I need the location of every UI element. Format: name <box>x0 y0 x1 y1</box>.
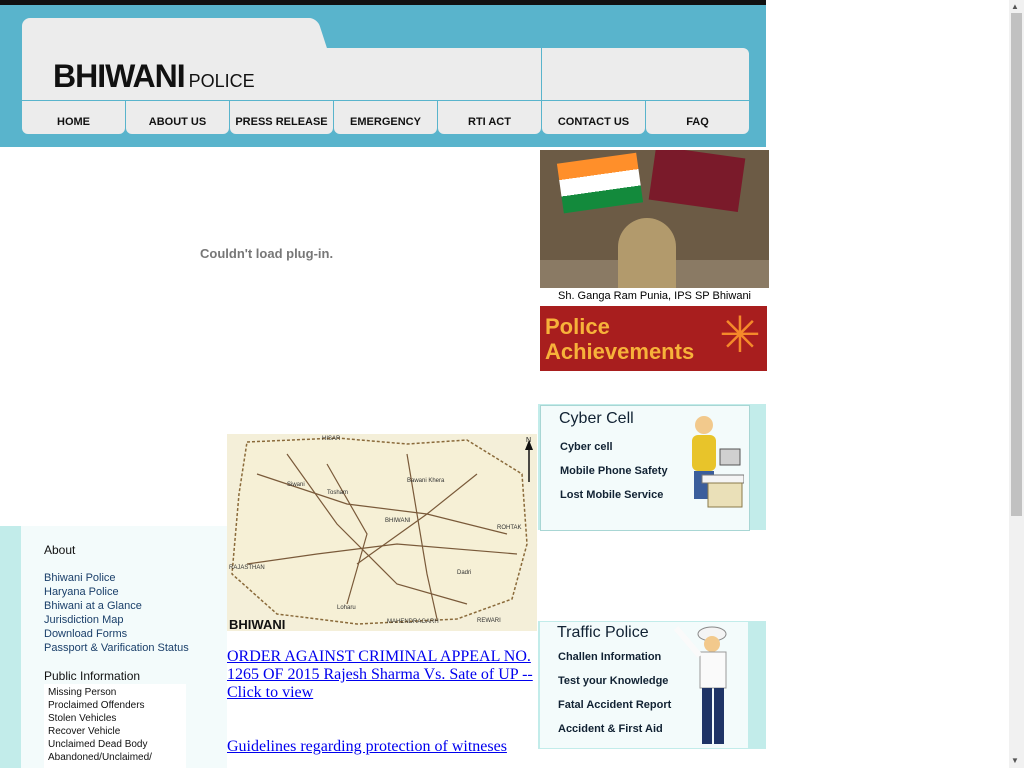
nav-home[interactable]: HOME <box>22 101 125 134</box>
map-place-rewari: REWARI <box>477 618 501 624</box>
plugin-error-message: Couldn't load plug-in. <box>200 246 334 261</box>
traffic-policeman-icon <box>673 626 727 744</box>
scrollbar-thumb[interactable] <box>1011 13 1022 516</box>
main-nav: HOME ABOUT US PRESS RELEASE EMERGENCY RT… <box>22 101 749 135</box>
nav-emergency[interactable]: EMERGENCY <box>334 101 437 134</box>
cyber-cell-title: Cyber Cell <box>559 410 634 427</box>
criminal-appeal-order-link[interactable]: ORDER AGAINST CRIMINAL APPEAL NO. 1265 O… <box>227 648 537 702</box>
map-place-mahendragarh: MAHENDRAGARH <box>387 619 439 625</box>
sidebar-link-proclaimed-offenders[interactable]: Proclaimed Offenders <box>48 700 145 711</box>
sp-portrait <box>618 218 676 288</box>
police-achievements-banner[interactable]: Police Achievements ✳ <box>540 306 767 371</box>
bhiwani-map[interactable]: HISAR ROHTAK RAJASTHAN REWARI MAHENDRAGA… <box>227 434 537 631</box>
challen-information-link[interactable]: Challen Information <box>558 651 661 663</box>
nav-press-release[interactable]: PRESS RELEASE <box>230 101 333 134</box>
police-flag-icon <box>648 150 746 213</box>
sp-caption: Sh. Ganga Ram Punia, IPS SP Bhiwani <box>540 288 769 304</box>
sidebar-link-missing-person[interactable]: Missing Person <box>48 687 116 698</box>
computer-user-icon <box>692 416 744 508</box>
sparkle-icon: ✳ <box>719 307 761 363</box>
test-your-knowledge-link[interactable]: Test your Knowledge <box>558 675 668 687</box>
sidebar-link-abandoned[interactable]: Abandoned/Unclaimed/ <box>48 752 152 763</box>
map-place-rohtak: ROHTAK <box>497 525 522 531</box>
sidebar-about-heading: About <box>44 543 76 557</box>
nav-about-us[interactable]: ABOUT US <box>126 101 229 134</box>
sidebar-link-jurisdiction-map[interactable]: Jurisdiction Map <box>44 614 123 626</box>
fatal-accident-report-link[interactable]: Fatal Accident Report <box>558 699 671 711</box>
map-place-tosham: Tosham <box>327 490 348 496</box>
district-map-graphic: HISAR ROHTAK RAJASTHAN REWARI MAHENDRAGA… <box>229 436 533 625</box>
map-place-bawani-khera: Bawani Khera <box>407 478 445 484</box>
nav-rti-act[interactable]: RTI ACT <box>438 101 541 134</box>
sp-photo <box>540 150 769 288</box>
sidebar-link-unclaimed-dead-body[interactable]: Unclaimed Dead Body <box>48 739 148 750</box>
map-place-hisar: HISAR <box>322 436 341 442</box>
scroll-down-arrow-icon[interactable]: ▼ <box>1011 756 1019 765</box>
sidebar-link-stolen-vehicles[interactable]: Stolen Vehicles <box>48 713 116 724</box>
logo-bhiwani: BHIWANI <box>53 58 186 94</box>
map-place-dadri: Dadri <box>457 570 471 576</box>
header-right-panel <box>542 48 749 100</box>
map-label: BHIWANI <box>229 617 286 632</box>
india-flag-icon <box>556 152 644 214</box>
lost-mobile-service-link[interactable]: Lost Mobile Service <box>560 489 663 501</box>
mobile-phone-safety-link[interactable]: Mobile Phone Safety <box>560 465 668 477</box>
map-place-bhiwani: BHIWANI <box>385 518 411 524</box>
map-place-rajasthan: RAJASTHAN <box>229 565 265 571</box>
sidebar-link-haryana-police[interactable]: Haryana Police <box>44 586 119 598</box>
sidebar-link-bhiwani-at-a-glance[interactable]: Bhiwani at a Glance <box>44 600 142 612</box>
sidebar-link-passport-status[interactable]: Passport & Varification Status <box>44 642 189 654</box>
scroll-up-arrow-icon[interactable]: ▲ <box>1011 2 1019 11</box>
logo-police: POLICE <box>188 71 255 91</box>
sidebar-public-info-heading: Public Information <box>44 669 141 683</box>
map-place-loharu: Loharu <box>337 605 356 611</box>
site-logo[interactable]: BHIWANI POLICE <box>53 58 255 95</box>
nav-contact-us[interactable]: CONTACT US <box>542 101 645 134</box>
witness-protection-guidelines-link[interactable]: Guidelines regarding protection of witne… <box>227 738 537 756</box>
north-label: N <box>526 437 531 444</box>
map-place-siwani: Siwani <box>287 482 305 488</box>
sidebar-link-bhiwani-police[interactable]: Bhiwani Police <box>44 572 116 584</box>
accident-first-aid-link[interactable]: Accident & First Aid <box>558 723 663 735</box>
sidebar-link-download-forms[interactable]: Download Forms <box>44 628 127 640</box>
traffic-police-title: Traffic Police <box>557 624 649 641</box>
sidebar-link-recover-vehicle[interactable]: Recover Vehicle <box>48 726 120 737</box>
nav-faq[interactable]: FAQ <box>646 101 749 134</box>
cyber-cell-link[interactable]: Cyber cell <box>560 441 613 453</box>
